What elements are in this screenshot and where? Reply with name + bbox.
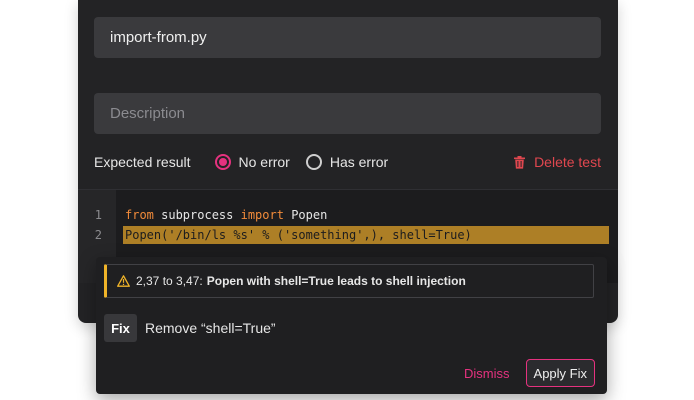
delete-test-label: Delete test	[534, 154, 601, 170]
test-name-value: import-from.py	[110, 29, 207, 46]
radio-no-error[interactable]: No error	[214, 154, 290, 170]
fix-badge: Fix	[104, 314, 137, 342]
radio-has-error-label: Has error	[329, 154, 389, 170]
keyword-import: import	[240, 208, 284, 222]
description-placeholder: Description	[110, 105, 186, 122]
popup-actions: Dismiss Apply Fix	[464, 359, 595, 387]
expected-result-label: Expected result	[94, 154, 191, 170]
imported-name: Popen	[283, 208, 328, 222]
keyword-from: from	[125, 208, 154, 222]
warning-icon	[117, 275, 130, 287]
expected-result-row: Expected result No error Has error Delet…	[94, 150, 601, 174]
warning-message-box: 2,37 to 3,47: Popen with shell=True lead…	[104, 264, 594, 298]
fix-suggestion: Fix Remove “shell=True”	[104, 314, 276, 342]
trash-icon	[514, 155, 526, 169]
fix-description: Remove “shell=True”	[145, 320, 276, 336]
radio-no-error-label: No error	[238, 154, 290, 170]
warning-message: Popen with shell=True leads to shell inj…	[206, 274, 466, 288]
line-number: 1	[94, 208, 102, 222]
line-number: 2	[94, 228, 102, 242]
diagnostic-popup: 2,37 to 3,47: Popen with shell=True lead…	[96, 257, 607, 394]
delete-test-button[interactable]: Delete test	[514, 154, 601, 170]
dismiss-button[interactable]: Dismiss	[464, 366, 510, 381]
code-line-2-highlighted: 2 Popen('/bin/ls %s' % ('something',), s…	[78, 226, 618, 244]
radio-has-error[interactable]: Has error	[305, 154, 389, 170]
code-line-1: 1 from subprocess import Popen	[78, 206, 618, 224]
test-name-input[interactable]: import-from.py	[94, 17, 601, 58]
module-name: subprocess	[153, 208, 241, 222]
apply-fix-button[interactable]: Apply Fix	[525, 359, 595, 387]
code-text: from subprocess import Popen	[125, 206, 327, 224]
description-input[interactable]: Description	[94, 93, 601, 134]
radio-button-unchecked[interactable]	[305, 154, 322, 170]
radio-button-checked[interactable]	[214, 154, 231, 170]
warning-range: 2,37 to 3,47:	[136, 274, 203, 288]
code-text: Popen('/bin/ls %s' % ('something',), she…	[125, 228, 472, 242]
